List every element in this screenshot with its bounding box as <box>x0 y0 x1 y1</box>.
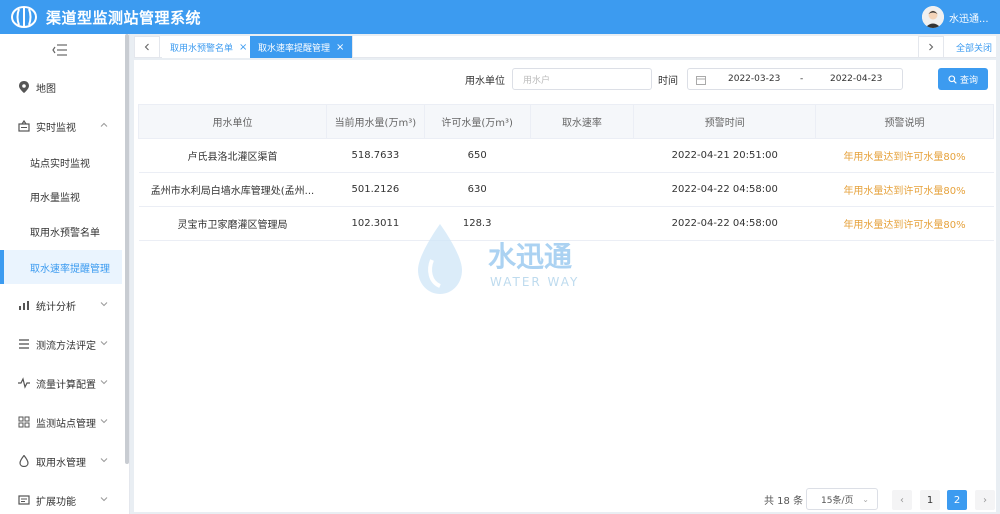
sidebar-item-label: 实时监视 <box>36 122 76 134</box>
sidebar-scrollbar[interactable] <box>125 34 129 464</box>
app-title: 渠道型监测站管理系统 <box>46 9 202 27</box>
cell-note: 年用水量达到许可水量80% <box>815 206 994 241</box>
bar-chart-icon <box>18 299 30 311</box>
close-all-tabs-button[interactable]: 全部关闭 <box>956 41 992 54</box>
chevron-down-icon <box>100 458 108 463</box>
user-name[interactable]: 水迅通... <box>949 10 989 25</box>
monitor-icon <box>18 120 30 132</box>
user-avatar-icon <box>922 6 944 28</box>
table-row[interactable]: 卢氏县洛北灌区渠首 518.7633 650 2022-04-21 20:51:… <box>138 138 994 173</box>
sidebar-item-realtime[interactable]: 实时监视 <box>0 111 122 141</box>
pagination-total: 共 18 条 <box>764 496 804 507</box>
sidebar-item-label: 测流方法评定 <box>36 340 96 352</box>
map-pin-icon <box>18 81 30 93</box>
sidebar-subitem-rate-reminder[interactable]: 取水速率提醒管理 <box>0 250 122 284</box>
time-filter-label: 时间 <box>658 76 678 87</box>
water-drop-icon <box>18 455 30 467</box>
search-icon <box>948 74 957 84</box>
chevron-down-icon <box>100 380 108 385</box>
calendar-icon <box>696 76 706 85</box>
cell-current: 518.7633 <box>326 138 425 173</box>
chevron-down-icon <box>100 341 108 346</box>
prev-page-button[interactable]: ‹ <box>892 490 912 510</box>
date-separator: - <box>800 74 804 84</box>
close-icon[interactable]: × <box>239 42 247 53</box>
sidebar-item-water-manage[interactable]: 取用水管理 <box>0 446 122 476</box>
column-header: 预警时间 <box>633 104 817 139</box>
column-header: 当前用水量(万m³) <box>325 104 425 139</box>
column-header: 用水单位 <box>138 104 327 139</box>
watermark-logo: 水迅通 WATER WAY <box>418 224 579 294</box>
chevron-right-icon <box>929 43 934 51</box>
unit-search-input[interactable]: 用水户 <box>512 68 652 90</box>
sidebar-item-extensions[interactable]: 扩展功能 <box>0 485 122 514</box>
chevron-up-icon <box>100 122 108 127</box>
table-header-row: 用水单位 当前用水量(万m³) 许可水量(万m³) 取水速率 预警时间 预警说明 <box>138 104 994 139</box>
tab-scroll-right-button[interactable] <box>918 36 944 58</box>
pulse-icon <box>18 377 30 389</box>
sidebar-subitem-warning-list[interactable]: 取用水预警名单 <box>0 216 122 246</box>
cell-rate <box>530 138 634 173</box>
start-date: 2022-03-23 <box>728 74 781 84</box>
column-header: 预警说明 <box>815 104 994 139</box>
chevron-down-icon: ⌄ <box>862 495 869 504</box>
cell-permit: 630 <box>424 172 531 207</box>
sidebar-item-flow-method[interactable]: 测流方法评定 <box>0 329 122 359</box>
sidebar-item-label: 流量计算配置 <box>36 379 96 391</box>
sidebar-item-label: 统计分析 <box>36 301 76 313</box>
column-header: 取水速率 <box>529 104 635 139</box>
menu-collapse-icon[interactable] <box>52 44 68 56</box>
cell-unit: 灵宝市卫家磨灌区管理局 <box>138 206 327 241</box>
chevron-down-icon <box>100 302 108 307</box>
cell-permit: 650 <box>424 138 531 173</box>
tab-rate-reminder[interactable]: 取水速率提醒管理 × <box>250 36 354 58</box>
cell-time: 2022-04-22 04:58:00 <box>633 172 816 207</box>
query-button[interactable]: 查询 <box>938 68 988 90</box>
chevron-down-icon <box>100 497 108 502</box>
sidebar: 地图 实时监视 站点实时监视 用水量监视 取用水预警名单 取水速率提醒管理 统计… <box>0 34 130 514</box>
page-2-button[interactable]: 2 <box>947 490 967 510</box>
sidebar-item-statistics[interactable]: 统计分析 <box>0 290 122 320</box>
extension-icon <box>18 494 30 506</box>
tab-warning-list[interactable]: 取用水预警名单 × <box>162 36 257 58</box>
sidebar-item-label: 取用水管理 <box>36 457 86 469</box>
cell-unit: 卢氏县洛北灌区渠首 <box>138 138 327 173</box>
cell-current: 501.2126 <box>326 172 425 207</box>
table-row[interactable]: 孟州市水利局白墙水库管理处(孟州... 501.2126 630 2022-04… <box>138 172 994 207</box>
list-icon <box>18 338 30 350</box>
tab-scroll-left-button[interactable] <box>134 36 160 58</box>
grid-icon <box>18 416 30 428</box>
column-header: 许可水量(万m³) <box>423 104 531 139</box>
avatar[interactable] <box>922 6 944 28</box>
date-range-picker[interactable]: 2022-03-23 - 2022-04-23 <box>687 68 903 90</box>
close-icon[interactable]: × <box>336 42 344 53</box>
page-1-button[interactable]: 1 <box>920 490 940 510</box>
sidebar-subitem-water-usage[interactable]: 用水量监视 <box>0 181 122 211</box>
cell-time: 2022-04-22 04:58:00 <box>633 206 816 241</box>
chevron-down-icon <box>100 419 108 424</box>
cell-note: 年用水量达到许可水量80% <box>815 172 994 207</box>
cell-unit: 孟州市水利局白墙水库管理处(孟州... <box>138 172 327 207</box>
sidebar-item-label: 监测站点管理 <box>36 418 96 430</box>
sidebar-item-label: 扩展功能 <box>36 496 76 508</box>
logo-icon <box>11 6 37 28</box>
sidebar-item-flow-config[interactable]: 流量计算配置 <box>0 368 122 398</box>
watermark-cn: 水迅通 <box>488 240 572 273</box>
sidebar-item-label: 地图 <box>36 83 56 95</box>
chevron-left-icon <box>144 43 149 51</box>
end-date: 2022-04-23 <box>830 74 883 84</box>
sidebar-subitem-station-monitor[interactable]: 站点实时监视 <box>0 147 122 177</box>
cell-rate <box>530 172 634 207</box>
unit-filter-label: 用水单位 <box>465 76 505 87</box>
app-header: 渠道型监测站管理系统 水迅通... <box>0 0 1000 34</box>
watermark-en: WATER WAY <box>490 275 579 289</box>
cell-note: 年用水量达到许可水量80% <box>815 138 994 173</box>
sidebar-item-map[interactable]: 地图 <box>0 72 122 102</box>
page-size-select[interactable]: 15条/页 ⌄ <box>806 488 878 510</box>
next-page-button[interactable]: › <box>975 490 995 510</box>
cell-time: 2022-04-21 20:51:00 <box>633 138 816 173</box>
sidebar-item-station-manage[interactable]: 监测站点管理 <box>0 407 122 437</box>
tabs-bar: 取用水预警名单 × 取水速率提醒管理 × 全部关闭 <box>134 36 996 58</box>
